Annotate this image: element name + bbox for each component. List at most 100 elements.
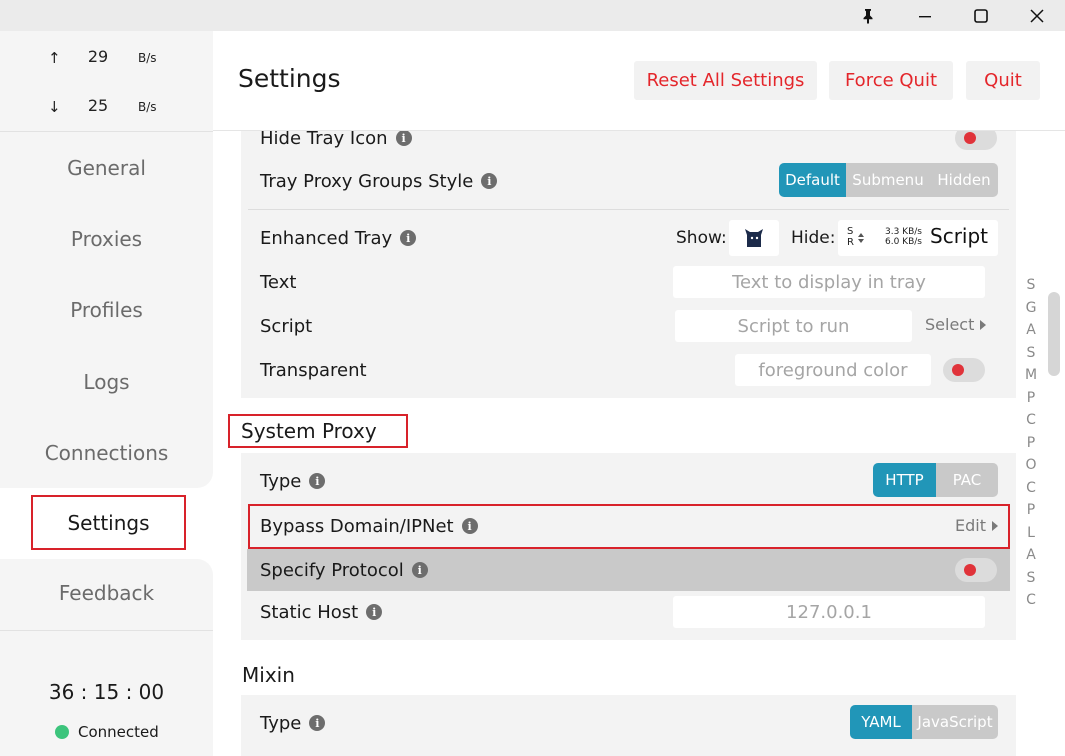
status-dot-icon xyxy=(55,725,69,739)
index-letter[interactable]: M xyxy=(1024,367,1038,383)
upload-unit: B/s xyxy=(138,51,157,65)
option-default[interactable]: Default xyxy=(779,163,846,197)
sidebar-item-profiles[interactable]: Profiles xyxy=(0,298,213,322)
option-pac[interactable]: PAC xyxy=(936,463,998,497)
bypass-domain-row[interactable]: Bypass Domain/IPNet i Edit xyxy=(248,504,1010,549)
upload-arrow-icon: ↑ xyxy=(48,49,61,67)
close-icon[interactable] xyxy=(1014,0,1060,31)
text-row: Text xyxy=(260,270,296,294)
sidebar-item-general[interactable]: General xyxy=(0,156,213,180)
quit-button[interactable]: Quit xyxy=(966,61,1040,100)
enhanced-tray-row: Enhanced Tray i xyxy=(260,226,417,250)
sidebar-item-settings[interactable]: Settings xyxy=(31,495,186,550)
transparent-toggle[interactable] xyxy=(943,358,985,382)
sidebar-item-feedback[interactable]: Feedback xyxy=(0,581,213,605)
connection-status: Connected xyxy=(55,723,159,741)
system-proxy-heading: System Proxy xyxy=(228,414,408,448)
info-icon[interactable]: i xyxy=(411,562,428,578)
script-label: Script xyxy=(260,315,313,337)
transparent-label: Transparent xyxy=(260,359,367,381)
info-icon[interactable]: i xyxy=(309,473,326,489)
proxy-type-label: Type xyxy=(260,470,302,492)
sidebar-item-connections[interactable]: Connections xyxy=(0,441,213,465)
index-letter[interactable]: G xyxy=(1024,300,1038,316)
info-icon[interactable]: i xyxy=(366,604,383,620)
option-hidden[interactable]: Hidden xyxy=(930,163,998,197)
hide-tray-icon-row: Hide Tray Icon i xyxy=(260,131,412,150)
download-value: 25 xyxy=(87,96,109,115)
index-letter[interactable]: O xyxy=(1024,457,1038,473)
tray-script-input[interactable]: Script to run xyxy=(675,310,912,342)
scrollbar-thumb[interactable] xyxy=(1048,292,1060,376)
info-icon[interactable]: i xyxy=(400,230,417,246)
caret-right-icon xyxy=(991,520,998,531)
enhanced-tray-label: Enhanced Tray xyxy=(260,227,393,249)
download-arrow-icon: ↓ xyxy=(48,98,61,116)
index-letter[interactable]: C xyxy=(1024,480,1038,496)
index-letter[interactable]: C xyxy=(1024,592,1038,608)
index-letter[interactable]: S xyxy=(1024,345,1038,361)
hide-tray-icon-label: Hide Tray Icon xyxy=(260,131,388,149)
system-proxy-title: System Proxy xyxy=(241,419,377,443)
tray-text-input[interactable]: Text to display in tray xyxy=(673,266,985,298)
force-quit-button[interactable]: Force Quit xyxy=(829,61,953,100)
option-yaml[interactable]: YAML xyxy=(850,705,912,739)
uptime-timer: 36 : 15 : 00 xyxy=(48,680,165,704)
sidebar-item-logs[interactable]: Logs xyxy=(0,370,213,394)
index-letter[interactable]: P xyxy=(1024,502,1038,518)
static-host-label: Static Host xyxy=(260,601,359,623)
foreground-color-input[interactable]: foreground color xyxy=(735,354,931,386)
info-icon[interactable]: i xyxy=(461,518,478,534)
show-cat-icon[interactable] xyxy=(729,220,779,256)
pin-icon[interactable] xyxy=(845,0,891,31)
hide-tray-icon-toggle[interactable] xyxy=(955,131,997,150)
sort-icon xyxy=(858,233,864,243)
page-header: Settings Reset All Settings Force Quit Q… xyxy=(213,31,1065,131)
info-icon[interactable]: i xyxy=(481,173,498,189)
mixin-title: Mixin xyxy=(242,663,295,687)
index-letter[interactable]: S xyxy=(1024,277,1038,293)
divider xyxy=(0,630,213,631)
index-letter[interactable]: A xyxy=(1024,547,1038,563)
hide-label: Hide: xyxy=(791,228,836,248)
specify-protocol-row: Specify Protocol i xyxy=(247,549,1010,591)
index-letter[interactable]: P xyxy=(1024,435,1038,451)
preview-script: Script xyxy=(930,224,989,248)
title-bar xyxy=(0,0,1065,31)
system-proxy-card: Type i HTTP PAC Bypass Domain/IPNet i Ed… xyxy=(241,453,1016,640)
info-icon[interactable]: i xyxy=(395,131,412,146)
preview-speeds: 3.3 KB/s 6.0 KB/s xyxy=(885,227,922,247)
edit-bypass-button[interactable]: Edit xyxy=(955,516,998,535)
option-submenu[interactable]: Submenu xyxy=(846,163,930,197)
select-script-button[interactable]: Select xyxy=(925,315,987,334)
index-letter[interactable]: L xyxy=(1024,525,1038,541)
download-unit: B/s xyxy=(138,100,157,114)
tray-groups-style-segmented: Default Submenu Hidden xyxy=(779,163,998,197)
hide-tray-preview[interactable]: SR 3.3 KB/s 6.0 KB/s Script xyxy=(838,220,998,256)
index-letter[interactable]: C xyxy=(1024,412,1038,428)
traffic-panel: ↑ 29 B/s ↓ 25 B/s xyxy=(0,31,213,131)
specify-protocol-toggle[interactable] xyxy=(955,558,997,582)
minimize-icon[interactable] xyxy=(902,0,948,31)
specify-protocol-label: Specify Protocol xyxy=(260,559,404,581)
text-label: Text xyxy=(260,271,297,293)
maximize-icon[interactable] xyxy=(958,0,1004,31)
reset-all-settings-button[interactable]: Reset All Settings xyxy=(634,61,817,100)
option-http[interactable]: HTTP xyxy=(873,463,936,497)
index-letter[interactable]: S xyxy=(1024,570,1038,586)
option-javascript[interactable]: JavaScript xyxy=(912,705,998,739)
tray-groups-style-label: Tray Proxy Groups Style xyxy=(260,170,474,192)
index-letter[interactable]: P xyxy=(1024,390,1038,406)
bypass-domain-label: Bypass Domain/IPNet xyxy=(260,515,454,537)
specify-protocol-label-group: Specify Protocol i xyxy=(260,558,428,582)
preview-sr: SR xyxy=(847,226,854,248)
static-host-input[interactable]: 127.0.0.1 xyxy=(673,596,985,628)
mixin-type-segmented: YAML JavaScript xyxy=(850,705,998,739)
mixin-type-row: Type i xyxy=(260,711,326,735)
tray-settings-card: Hide Tray Icon i Tray Proxy Groups Style… xyxy=(241,131,1016,398)
static-host-row: Static Host i xyxy=(260,600,383,624)
sidebar: ↑ 29 B/s ↓ 25 B/s General Proxies Profil… xyxy=(0,31,213,756)
index-letter[interactable]: A xyxy=(1024,322,1038,338)
info-icon[interactable]: i xyxy=(309,715,326,731)
sidebar-item-proxies[interactable]: Proxies xyxy=(0,227,213,251)
